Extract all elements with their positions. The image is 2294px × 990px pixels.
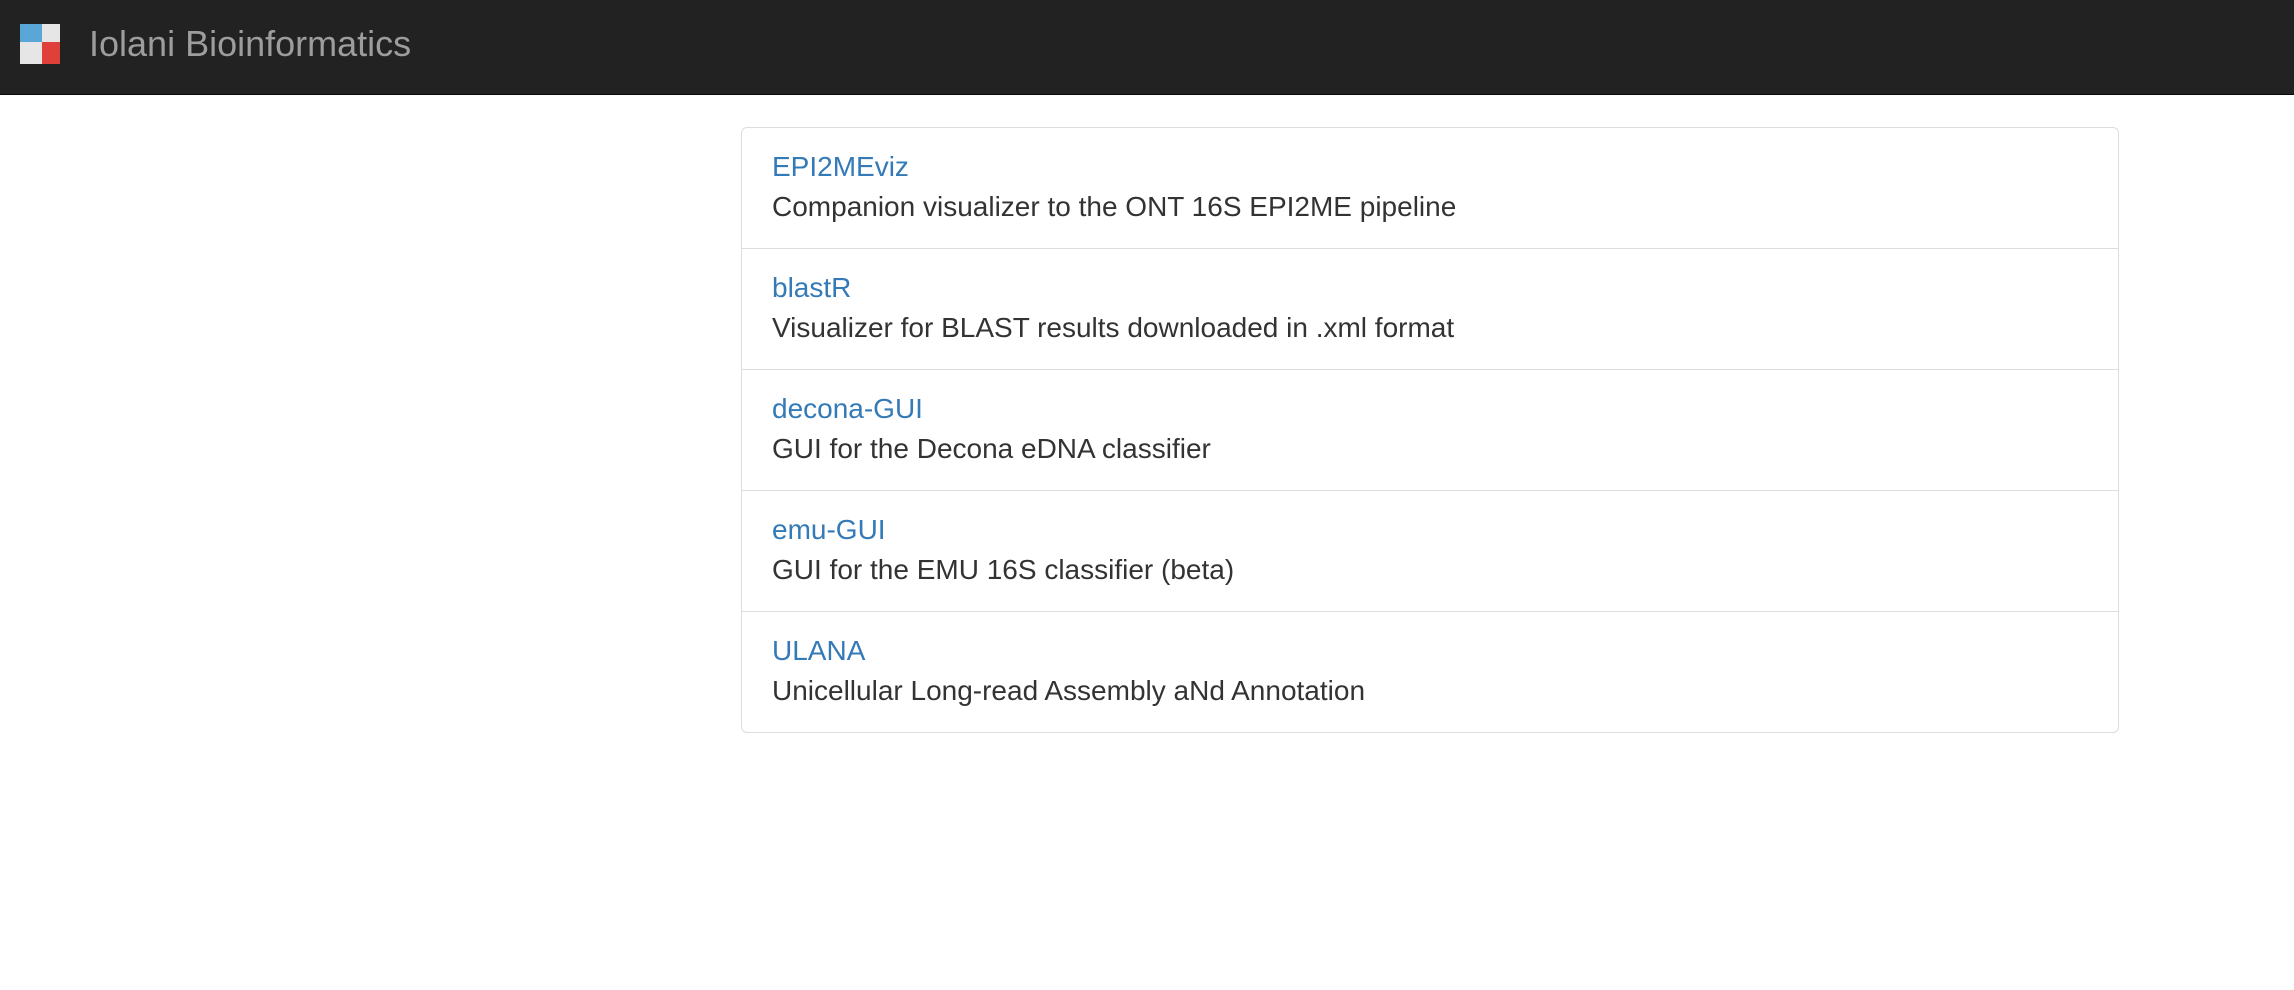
- app-list: EPI2MEviz Companion visualizer to the ON…: [741, 127, 2119, 733]
- top-navbar: Iolani Bioinformatics: [0, 0, 2294, 95]
- brand-link[interactable]: Iolani Bioinformatics: [89, 20, 411, 68]
- list-item: decona-GUI GUI for the Decona eDNA class…: [741, 369, 2119, 491]
- app-link-ulana[interactable]: ULANA: [772, 633, 865, 669]
- app-description: GUI for the Decona eDNA classifier: [772, 433, 1211, 464]
- app-link-decona-gui[interactable]: decona-GUI: [772, 391, 923, 427]
- app-link-epi2meviz[interactable]: EPI2MEviz: [772, 149, 909, 185]
- list-item: emu-GUI GUI for the EMU 16S classifier (…: [741, 490, 2119, 612]
- app-description: Unicellular Long-read Assembly aNd Annot…: [772, 675, 1366, 706]
- app-description: GUI for the EMU 16S classifier (beta): [772, 554, 1235, 585]
- app-link-emu-gui[interactable]: emu-GUI: [772, 512, 886, 548]
- app-link-blastr[interactable]: blastR: [772, 270, 851, 306]
- app-description: Companion visualizer to the ONT 16S EPI2…: [772, 191, 1457, 222]
- list-item: ULANA Unicellular Long-read Assembly aNd…: [741, 611, 2119, 733]
- app-description: Visualizer for BLAST results downloaded …: [772, 312, 1455, 343]
- logo-icon[interactable]: [20, 24, 60, 64]
- list-item: blastR Visualizer for BLAST results down…: [741, 248, 2119, 370]
- list-item: EPI2MEviz Companion visualizer to the ON…: [741, 127, 2119, 249]
